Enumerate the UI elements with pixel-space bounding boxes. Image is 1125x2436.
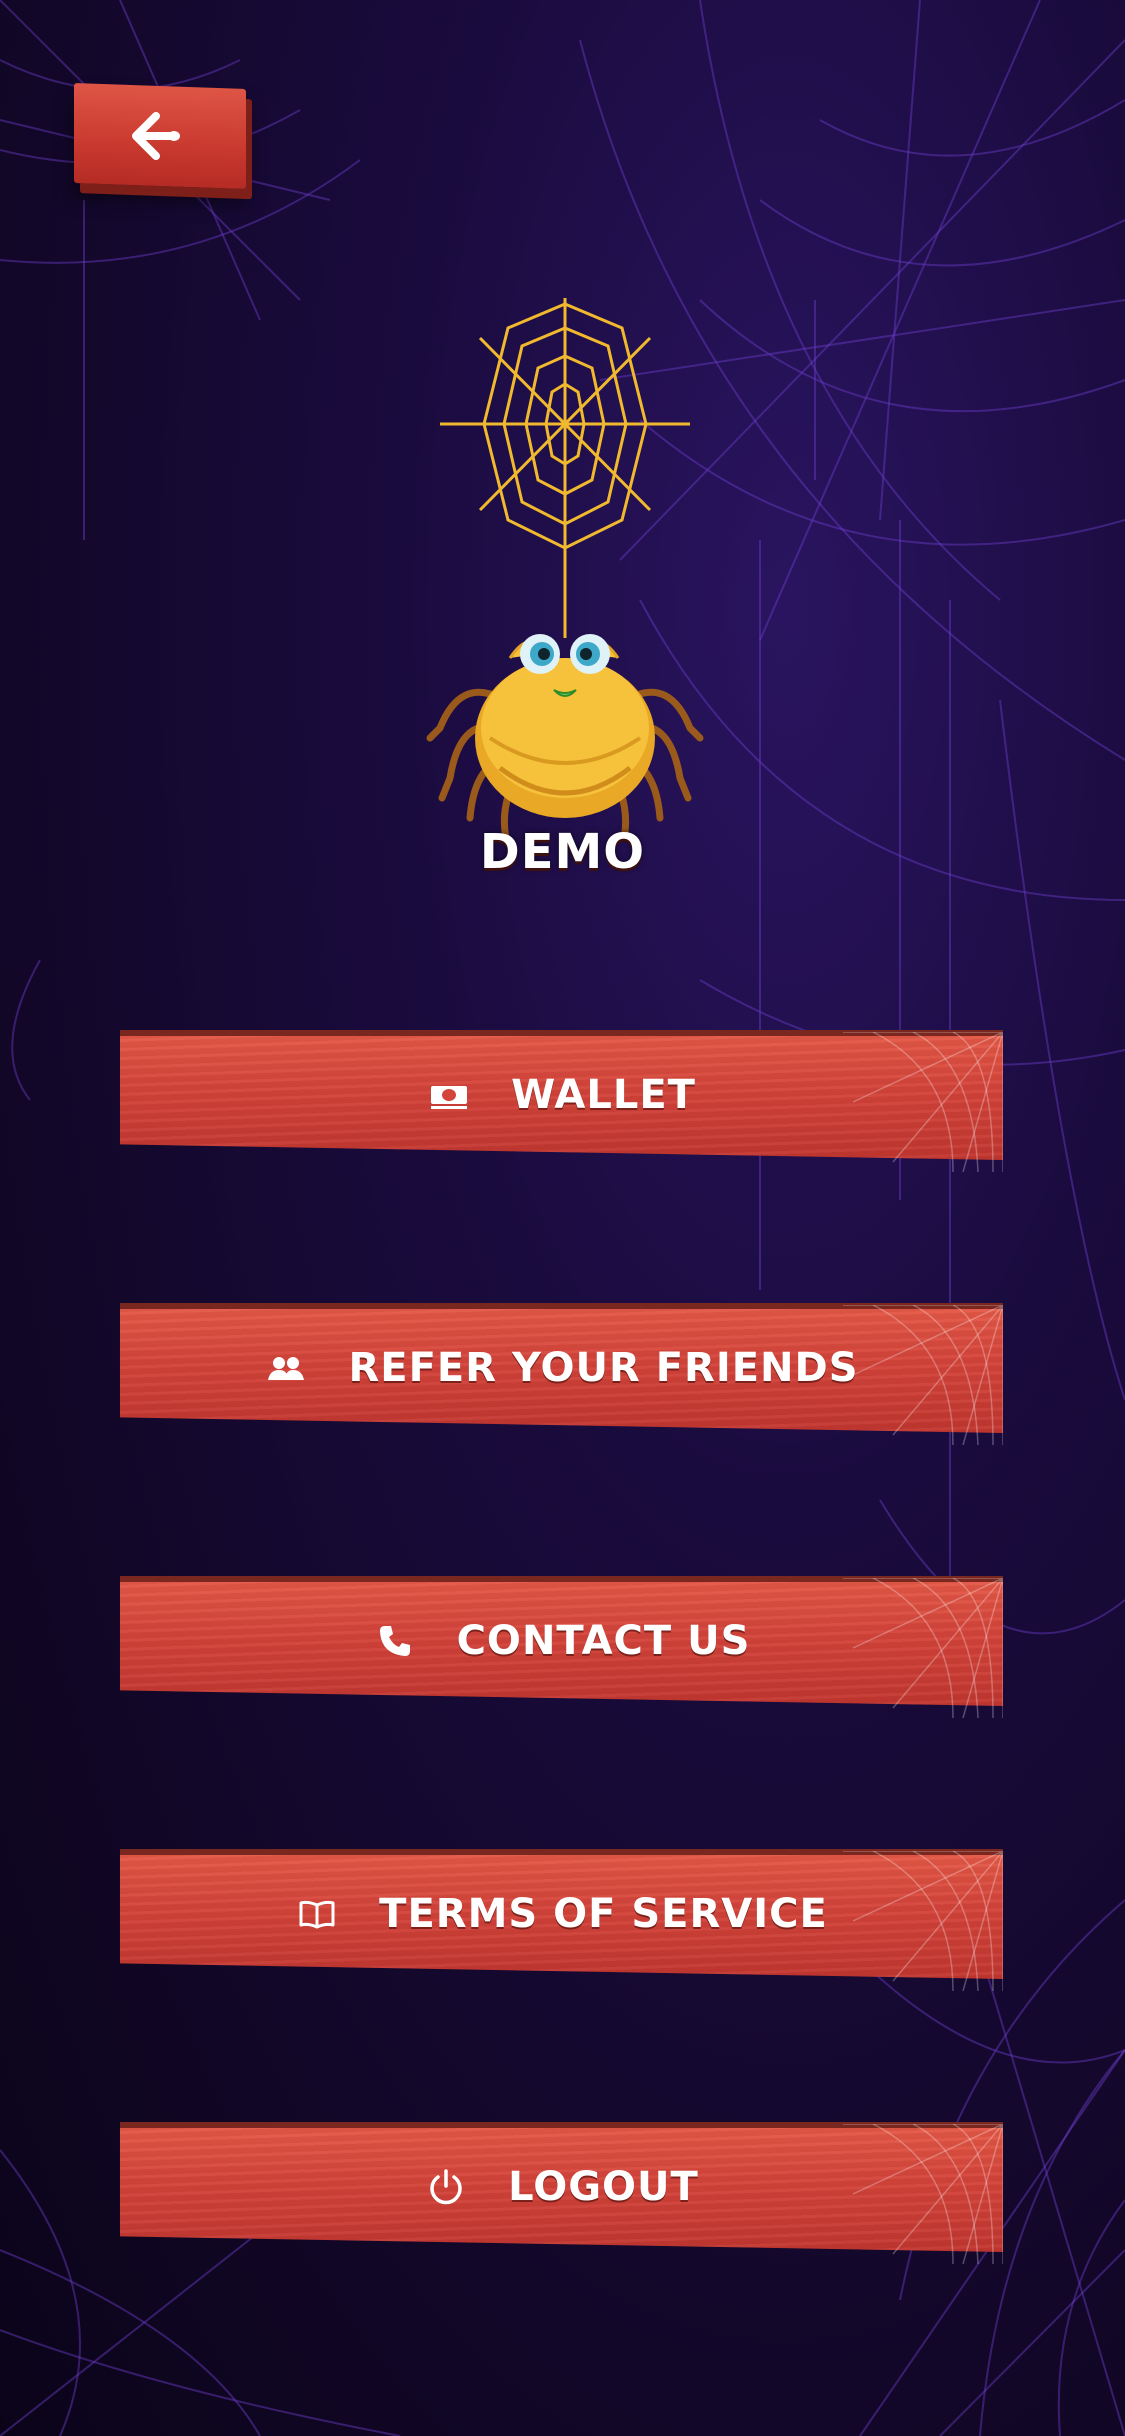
arrow-left-icon (132, 112, 180, 160)
spider-web-icon (440, 298, 690, 638)
username-label: DEMO (479, 824, 646, 880)
wallet-icon (427, 1073, 471, 1117)
back-button[interactable] (74, 82, 254, 198)
book-icon (295, 1892, 339, 1936)
logout-label: LOGOUT (508, 2164, 699, 2210)
refer-friends-button[interactable]: REFER YOUR FRIENDS (120, 1303, 1003, 1448)
contact-us-label: CONTACT US (456, 1618, 751, 1664)
logout-button[interactable]: LOGOUT (120, 2122, 1003, 2267)
users-icon (264, 1346, 308, 1390)
contact-us-button[interactable]: CONTACT US (120, 1576, 1003, 1721)
wallet-button[interactable]: WALLET (120, 1030, 1003, 1175)
spider-logo (426, 298, 704, 842)
power-icon (424, 2165, 468, 2209)
phone-icon (373, 1619, 417, 1663)
terms-of-service-button[interactable]: TERMS OF SERVICE (120, 1849, 1003, 1994)
terms-of-service-label: TERMS OF SERVICE (379, 1891, 828, 1937)
refer-friends-label: REFER YOUR FRIENDS (348, 1345, 859, 1391)
wallet-label: WALLET (511, 1072, 696, 1118)
